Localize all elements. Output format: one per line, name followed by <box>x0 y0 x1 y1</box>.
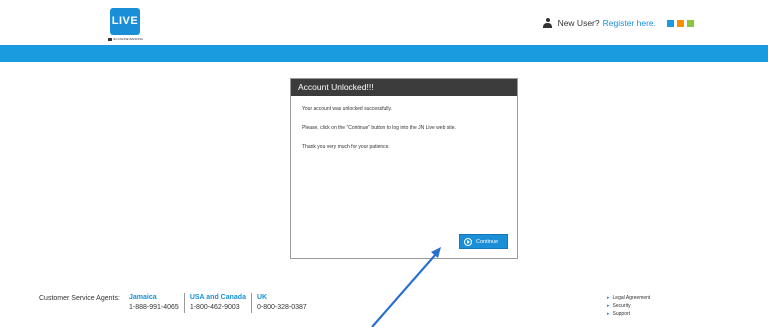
support-link[interactable]: ▸ Support <box>607 310 650 318</box>
footer-link-label: Support <box>612 311 631 317</box>
color-square-green <box>687 19 694 27</box>
logo-badge: LIVE <box>110 8 140 35</box>
annotation-arrow-shaft <box>371 253 437 327</box>
legal-agreement-link[interactable]: ▸ Legal Agreement <box>607 294 650 302</box>
agent-region: UK <box>256 294 268 301</box>
new-user-text: New User? <box>557 18 600 28</box>
agent-jamaica: Jamaica 1-888-991-4065 <box>124 293 184 313</box>
continue-button[interactable]: Continue <box>459 234 508 249</box>
color-squares <box>664 19 694 27</box>
jn-mark-icon <box>108 37 112 41</box>
dialog-message: Please, click on the "Continue" button t… <box>302 125 456 131</box>
jn-live-logo[interactable]: LIVE JN ONLINE BANKING <box>108 8 143 43</box>
header-blue-bar <box>0 45 768 62</box>
footer-link-label: Legal Agreement <box>612 295 651 301</box>
color-square-orange <box>677 19 684 27</box>
dialog-message: Thank you very much for your patience. <box>302 144 390 150</box>
continue-label: Continue <box>476 238 499 245</box>
agent-region: USA and Canada <box>189 294 246 301</box>
user-icon <box>543 18 553 28</box>
logo-subtext: JN ONLINE BANKING <box>108 37 148 41</box>
security-link[interactable]: ▸ Security <box>607 302 650 310</box>
agent-uk: UK 0-800-328-0387 <box>250 293 312 313</box>
agent-phone: 1-888-991-4065 <box>129 304 179 311</box>
agent-phone: 0-800-328-0387 <box>256 304 307 311</box>
customer-service-label: Customer Service Agents: <box>39 295 120 302</box>
agent-usa-canada: USA and Canada 1-800-462-9003 <box>183 293 251 313</box>
chevron-right-icon: ▸ <box>607 311 610 317</box>
register-link[interactable]: Register here. <box>603 18 656 28</box>
user-area: New User? Register here. <box>543 16 694 30</box>
color-square-blue <box>667 19 674 27</box>
logo-subtext-label: JN ONLINE BANKING <box>113 37 144 41</box>
account-unlocked-dialog: Account Unlocked!!! Your account was unl… <box>290 78 518 259</box>
dialog-body: Your account was unlocked successfully. … <box>291 96 517 173</box>
dialog-title: Account Unlocked!!! <box>291 79 517 96</box>
dialog-message: Your account was unlocked successfully. <box>302 106 393 112</box>
customer-service-agents: Jamaica 1-888-991-4065 USA and Canada 1-… <box>124 293 312 313</box>
arrow-right-circle-icon <box>464 237 472 246</box>
chevron-right-icon: ▸ <box>607 295 610 301</box>
agent-region: Jamaica <box>129 294 157 301</box>
footer-links: ▸ Legal Agreement ▸ Security ▸ Support <box>607 294 650 318</box>
chevron-right-icon: ▸ <box>607 303 610 309</box>
footer-link-label: Security <box>612 303 631 309</box>
agent-phone: 1-800-462-9003 <box>189 304 240 311</box>
